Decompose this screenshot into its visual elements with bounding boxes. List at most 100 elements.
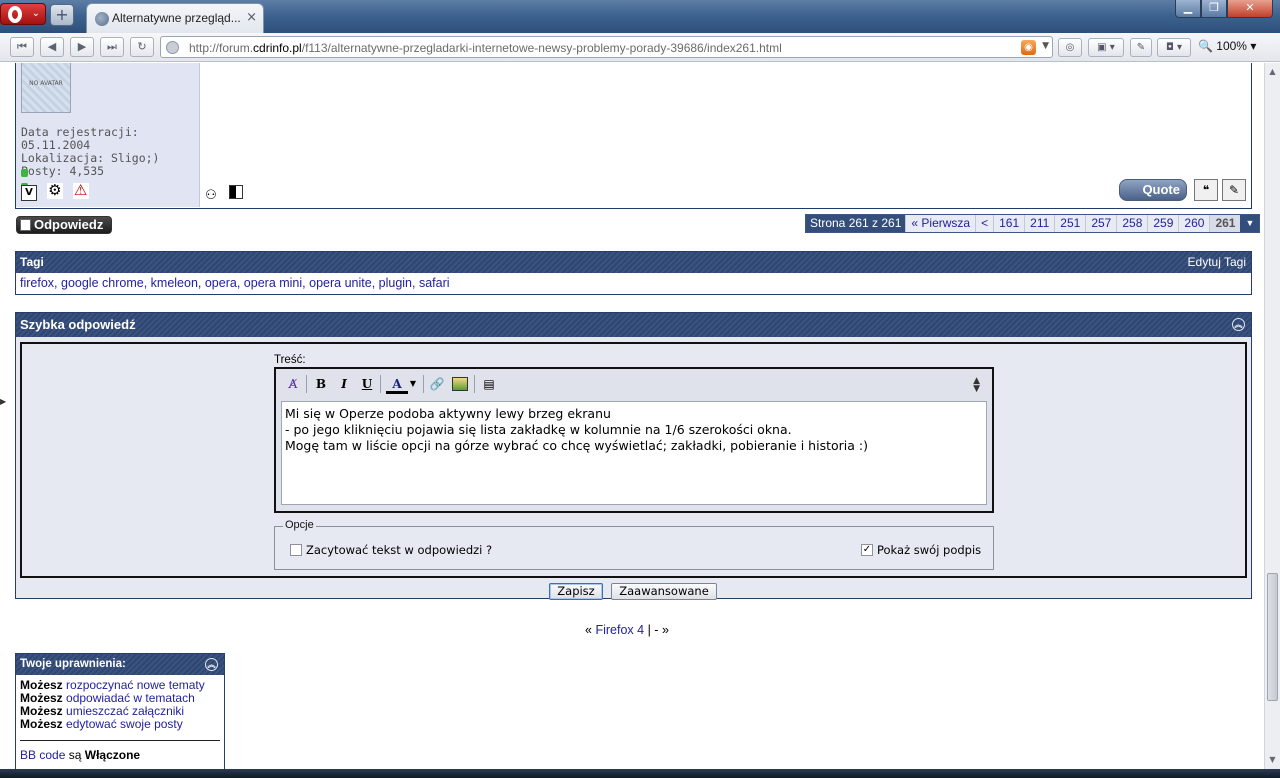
gear-icon[interactable]: ⚙ xyxy=(46,183,63,199)
opera-menu-button[interactable]: ⌄ xyxy=(0,3,46,25)
scroll-up-icon[interactable]: ▲ xyxy=(1267,67,1278,76)
message-line: - po jego kliknięciu pojawia się lista z… xyxy=(285,422,792,437)
page-link[interactable]: 258 xyxy=(1116,215,1148,232)
remove-format-icon[interactable]: A̸ xyxy=(284,376,302,392)
collapse-icon[interactable]: ︽ xyxy=(205,658,218,671)
page-link[interactable]: 161 xyxy=(993,215,1025,232)
underline-icon[interactable]: U xyxy=(358,376,376,392)
chevron-down-icon[interactable]: ▼ xyxy=(1042,41,1049,51)
multi-quote-button[interactable]: ❝ xyxy=(1194,179,1218,201)
bbcode-row: BB code są Włączone xyxy=(20,748,141,762)
resize-icon[interactable]: ▲ ▼ xyxy=(973,377,980,394)
site-info-icon[interactable] xyxy=(166,41,179,54)
bold-icon[interactable]: B xyxy=(312,376,330,392)
quote-option-label[interactable]: Zacytować tekst w odpowiedzi ? xyxy=(306,543,492,557)
message-line: Mogę tam w liście opcji na górze wybrać … xyxy=(285,438,868,453)
options-fieldset: Opcje Zacytować tekst w odpowiedzi ? ✓ P… xyxy=(274,519,994,570)
chevron-down-icon[interactable]: ▼ xyxy=(408,376,418,392)
notes-icon[interactable]: ✎ xyxy=(1130,38,1152,57)
browser-tab[interactable]: Alternatywne przegląd... × xyxy=(86,3,264,33)
tags-box: Tagi Edytuj Tagi firefox, google chrome,… xyxy=(15,251,1252,295)
avatar[interactable]: NO AVATAR xyxy=(21,63,71,113)
taskbar xyxy=(0,769,1280,778)
minimize-window-button[interactable]: ▁ xyxy=(1175,0,1201,18)
image-icon[interactable] xyxy=(452,377,468,391)
page-link[interactable]: 251 xyxy=(1054,215,1086,232)
quick-reply-header: Szybka odpowiedź ︽ xyxy=(16,313,1251,337)
tag-link[interactable]: opera xyxy=(205,276,237,290)
pagination: Strona 261 z 261 « Pierwsza < 161 211 25… xyxy=(805,214,1261,233)
save-button[interactable]: Zapisz xyxy=(549,583,603,600)
signature-checkbox[interactable]: ✓ xyxy=(861,544,873,556)
ip-icon[interactable]: ⚇ xyxy=(203,189,219,205)
maximize-window-button[interactable]: ❐ xyxy=(1201,0,1227,18)
quote-checkbox[interactable] xyxy=(290,544,302,556)
advanced-button[interactable]: Zaawansowane xyxy=(611,583,717,600)
tag-link[interactable]: google chrome xyxy=(61,276,144,290)
page-scrollbar[interactable]: ▲ ▼ xyxy=(1264,63,1280,769)
link-icon[interactable]: 🔗 xyxy=(428,376,446,392)
quick-reply-form: Treść: A̸ B I U A ▼ 🔗 ▤ ▲ ▼ Mi się w Ope… xyxy=(20,342,1247,578)
signature-option-label[interactable]: Pokaż swój podpis xyxy=(877,543,981,557)
camera-icon[interactable]: ◘ ▾ xyxy=(1157,38,1191,57)
page-link[interactable]: 257 xyxy=(1085,215,1117,232)
permissions-box: Twoje uprawnienia: ︽ Możesz rozpoczynać … xyxy=(15,653,225,769)
close-window-button[interactable]: ✕ xyxy=(1227,0,1273,18)
fast-forward-button[interactable]: ⏭ xyxy=(100,37,124,57)
tag-link[interactable]: plugin xyxy=(379,276,412,290)
prev-thread-link[interactable]: Firefox 4 xyxy=(595,623,644,637)
tag-link[interactable]: safari xyxy=(419,276,450,290)
post-status-icons: ⚇ xyxy=(203,185,249,205)
message-textarea[interactable]: Mi się w Operze podoba aktywny lewy brze… xyxy=(281,401,987,505)
tag-link[interactable]: firefox xyxy=(20,276,54,290)
report-warning-icon[interactable]: ⚠ xyxy=(72,183,89,199)
close-tab-icon[interactable]: × xyxy=(246,10,257,25)
zoom-level[interactable]: 🔍 100% ▾ xyxy=(1198,39,1256,53)
page-link[interactable]: 259 xyxy=(1147,215,1179,232)
new-tab-button[interactable]: + xyxy=(50,4,74,26)
page-counter: Strona 261 z 261 xyxy=(806,215,906,232)
next-thread-glyph[interactable]: » xyxy=(662,623,669,637)
rewind-button[interactable]: ⏮ xyxy=(10,37,34,57)
reply-button-label: Odpowiedz xyxy=(34,217,104,232)
page-content: NO AVATAR Data rejestracji: 05.11.2004 L… xyxy=(0,63,1264,769)
forward-button[interactable]: ▶ xyxy=(70,37,94,57)
reply-button[interactable]: Odpowiedz xyxy=(16,216,112,234)
back-button[interactable]: ◀ xyxy=(40,37,64,57)
search-engine-icon[interactable]: ◎ xyxy=(1058,38,1082,57)
edit-tags-link[interactable]: Edytuj Tagi xyxy=(1188,252,1246,273)
page-link[interactable]: 211 xyxy=(1024,215,1055,232)
prev-thread-glyph: « xyxy=(585,623,592,637)
page-link[interactable]: 260 xyxy=(1178,215,1210,232)
quote-button[interactable]: Quote xyxy=(1119,179,1187,201)
first-page-link[interactable]: « Pierwsza xyxy=(905,215,976,232)
italic-icon[interactable]: I xyxy=(335,376,353,392)
quick-reply-box: Szybka odpowiedź ︽ Treść: A̸ B I U A ▼ 🔗… xyxy=(15,312,1252,600)
collapse-icon[interactable]: ︽ xyxy=(1232,318,1245,331)
scrollbar-thumb[interactable] xyxy=(1267,573,1278,701)
post-count: Posty: 4,535 xyxy=(21,164,105,178)
scroll-down-icon[interactable]: ▼ xyxy=(1267,755,1278,764)
registration-date: Data rejestracji: 05.11.2004 xyxy=(21,125,139,152)
permissions-title: Twoje uprawnienia: xyxy=(20,658,126,670)
page-jump-dropdown[interactable]: ▼ xyxy=(1240,215,1260,232)
tab-title: Alternatywne przegląd... xyxy=(112,11,241,25)
image-toggle-icon[interactable]: ▣ ▾ xyxy=(1088,38,1124,57)
tag-link[interactable]: opera unite xyxy=(309,276,372,290)
address-bar[interactable]: http://forum.cdrinfo.pl/f113/alternatywn… xyxy=(160,36,1053,58)
rss-feed-icon[interactable]: ◉ xyxy=(1021,40,1036,55)
quote-icon[interactable]: ▤ xyxy=(480,376,498,392)
tag-link[interactable]: kmeleon xyxy=(151,276,198,290)
user-icons: V ⚙ ⚠ xyxy=(21,183,95,201)
quick-reply-button[interactable]: ✎ xyxy=(1222,179,1246,201)
permissions-list: Możesz rozpoczynać nowe tematy Możesz od… xyxy=(16,675,224,766)
tag-link[interactable]: opera mini xyxy=(244,276,302,290)
reload-button[interactable]: ↻ xyxy=(130,37,154,57)
prev-page-link[interactable]: < xyxy=(975,215,994,232)
side-panel-handle-icon[interactable]: ▶ xyxy=(0,397,6,406)
toolbar-separator xyxy=(474,375,475,393)
bbcode-link[interactable]: BB code xyxy=(20,748,65,762)
font-color-icon[interactable]: A xyxy=(386,376,408,394)
profile-icon[interactable]: V xyxy=(21,185,37,201)
toolbar-separator xyxy=(423,375,424,393)
